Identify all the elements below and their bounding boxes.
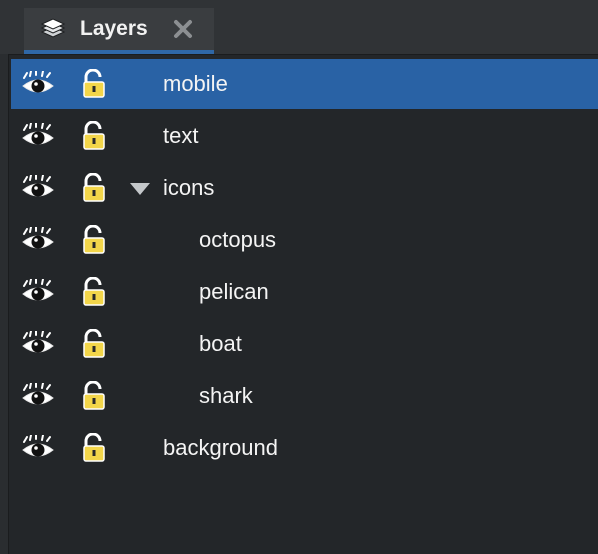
close-x-icon[interactable] bbox=[172, 18, 194, 40]
layer-name: pelican bbox=[199, 279, 269, 304]
eye-visibility-icon[interactable] bbox=[21, 175, 55, 201]
layer-row-mobile[interactable]: mobile bbox=[11, 59, 598, 109]
layer-name: boat bbox=[199, 331, 242, 356]
layers-list: mobile text icons octopus pelican boat s… bbox=[8, 54, 598, 554]
layer-row-pelican[interactable]: pelican bbox=[11, 267, 598, 317]
unlocked-padlock-icon[interactable] bbox=[81, 329, 107, 359]
eye-visibility-icon[interactable] bbox=[21, 227, 55, 253]
unlocked-padlock-icon[interactable] bbox=[81, 121, 107, 151]
eye-visibility-icon[interactable] bbox=[21, 331, 55, 357]
tab-layers[interactable]: Layers bbox=[24, 8, 214, 54]
layer-row-boat[interactable]: boat bbox=[11, 319, 598, 369]
layer-name: text bbox=[163, 123, 199, 148]
layer-name: background bbox=[163, 435, 278, 460]
eye-visibility-icon[interactable] bbox=[21, 71, 55, 97]
unlocked-padlock-icon[interactable] bbox=[81, 69, 107, 99]
layer-name: mobile bbox=[163, 71, 228, 96]
layer-name: icons bbox=[163, 175, 215, 200]
expand-caret-down-icon[interactable] bbox=[129, 182, 151, 196]
unlocked-padlock-icon[interactable] bbox=[81, 277, 107, 307]
unlocked-padlock-icon[interactable] bbox=[81, 173, 107, 203]
eye-visibility-icon[interactable] bbox=[21, 279, 55, 305]
tab-layers-label: Layers bbox=[80, 17, 148, 40]
tab-bar: Layers bbox=[0, 0, 598, 54]
layer-row-background[interactable]: background bbox=[11, 423, 598, 473]
layer-row-icons[interactable]: icons bbox=[11, 163, 598, 213]
layer-name: shark bbox=[199, 383, 253, 408]
layer-row-text[interactable]: text bbox=[11, 111, 598, 161]
unlocked-padlock-icon[interactable] bbox=[81, 433, 107, 463]
unlocked-padlock-icon[interactable] bbox=[81, 225, 107, 255]
layer-row-octopus[interactable]: octopus bbox=[11, 215, 598, 265]
layers-panel: Layers mobile text icons octopus pelican… bbox=[0, 0, 598, 554]
layers-stack-icon bbox=[40, 18, 66, 38]
eye-visibility-icon[interactable] bbox=[21, 383, 55, 409]
eye-visibility-icon[interactable] bbox=[21, 123, 55, 149]
layer-row-shark[interactable]: shark bbox=[11, 371, 598, 421]
layer-name: octopus bbox=[199, 227, 277, 252]
eye-visibility-icon[interactable] bbox=[21, 435, 55, 461]
unlocked-padlock-icon[interactable] bbox=[81, 381, 107, 411]
